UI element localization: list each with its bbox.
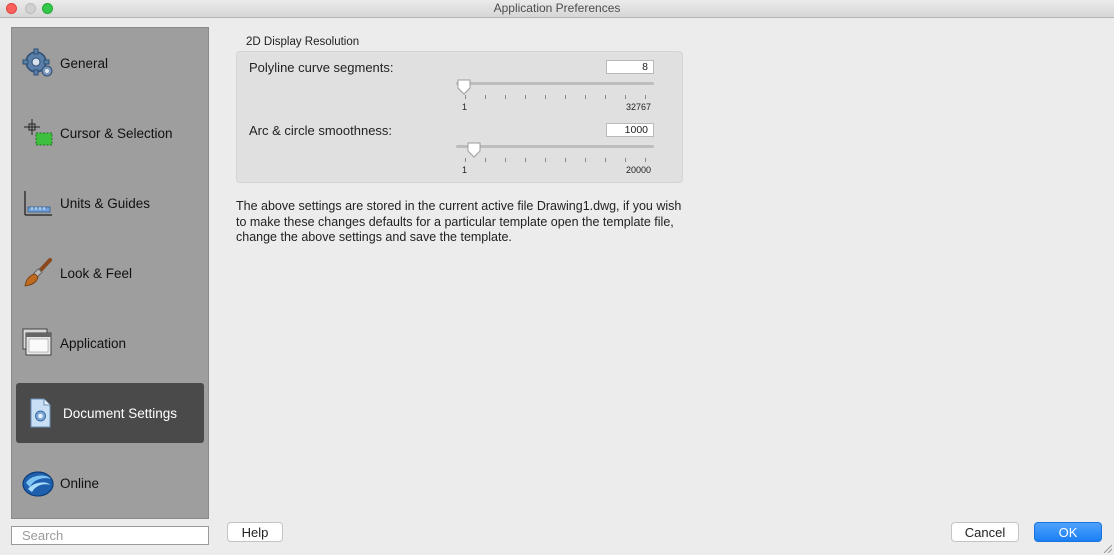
arc-smoothness-slider-track[interactable] [456, 145, 654, 148]
sidebar-item-label: General [60, 55, 109, 71]
arc-max-label: 20000 [626, 165, 652, 175]
preferences-sidebar: General Cursor & Selection Units & Guide… [11, 27, 209, 519]
sidebar-item-label: Units & Guides [60, 195, 151, 211]
polyline-min-label: 1 [462, 102, 468, 112]
polyline-label: Polyline curve segments: [249, 60, 394, 75]
arc-tick [505, 158, 506, 162]
sidebar-item-label: Cursor & Selection [60, 125, 173, 141]
section-title: 2D Display Resolution [246, 36, 360, 48]
ok-button[interactable]: OK [1034, 522, 1102, 542]
polyline-tick [605, 95, 606, 99]
polyline-tick [645, 95, 646, 99]
polyline-tick [585, 95, 586, 99]
sidebar-item-label: Look & Feel [60, 265, 133, 281]
arc-tick [485, 158, 486, 162]
cancel-button[interactable]: Cancel [951, 522, 1019, 542]
arc-tick [565, 158, 566, 162]
polyline-tick [505, 95, 506, 99]
sidebar-item-label: Document Settings [63, 405, 178, 421]
arc-tick [625, 158, 626, 162]
arc-tick [645, 158, 646, 162]
resize-grip-icon[interactable] [1102, 543, 1112, 553]
title-bar: Application Preferences [0, 0, 1114, 18]
sidebar-item-general[interactable]: General [12, 33, 208, 93]
sidebar-item-cursor-selection[interactable]: Cursor & Selection [12, 103, 208, 163]
sidebar-item-label: Online [60, 475, 100, 491]
sidebar-item-units-guides[interactable]: Units & Guides [12, 173, 208, 233]
polyline-tick [465, 95, 466, 99]
polyline-max-label: 32767 [626, 102, 652, 112]
arc-smoothness-slider-thumb[interactable] [467, 142, 481, 158]
ruler-icon [24, 191, 52, 216]
sidebar-item-label: Application [60, 335, 127, 351]
arc-smoothness-label: Arc & circle smoothness: [249, 123, 393, 138]
arc-min-label: 1 [462, 165, 468, 175]
settings-description: The above settings are stored in the cur… [236, 199, 682, 244]
display-resolution-group: Polyline curve segments: 8 1 32767 Arc &… [236, 51, 683, 183]
arc-tick [545, 158, 546, 162]
sidebar-item-application[interactable]: Application [12, 313, 208, 373]
polyline-slider-thumb[interactable] [457, 79, 471, 95]
polyline-tick [485, 95, 486, 99]
arc-smoothness-value-field[interactable]: 1000 [606, 123, 654, 137]
sidebar-item-document-settings[interactable]: Document Settings [16, 383, 204, 443]
document-icon [30, 398, 51, 428]
arc-tick [525, 158, 526, 162]
search-input[interactable] [11, 526, 209, 545]
arc-tick [585, 158, 586, 162]
polyline-tick [565, 95, 566, 99]
sidebar-item-look-feel[interactable]: Look & Feel [12, 243, 208, 303]
polyline-tick [525, 95, 526, 99]
polyline-tick [625, 95, 626, 99]
window-title: Application Preferences [493, 1, 621, 15]
application-windows-icon [22, 328, 52, 356]
sidebar-item-online[interactable]: Online [12, 453, 208, 513]
arc-tick [605, 158, 606, 162]
gear-icon [22, 48, 53, 77]
polyline-tick [545, 95, 546, 99]
arc-tick [465, 158, 466, 162]
polyline-slider-track[interactable] [456, 82, 654, 85]
paintbrush-icon [24, 258, 52, 287]
help-button[interactable]: Help [227, 522, 283, 542]
globe-icon [22, 471, 54, 497]
polyline-value-field[interactable]: 8 [606, 60, 654, 74]
cursor-selection-icon [24, 119, 53, 146]
